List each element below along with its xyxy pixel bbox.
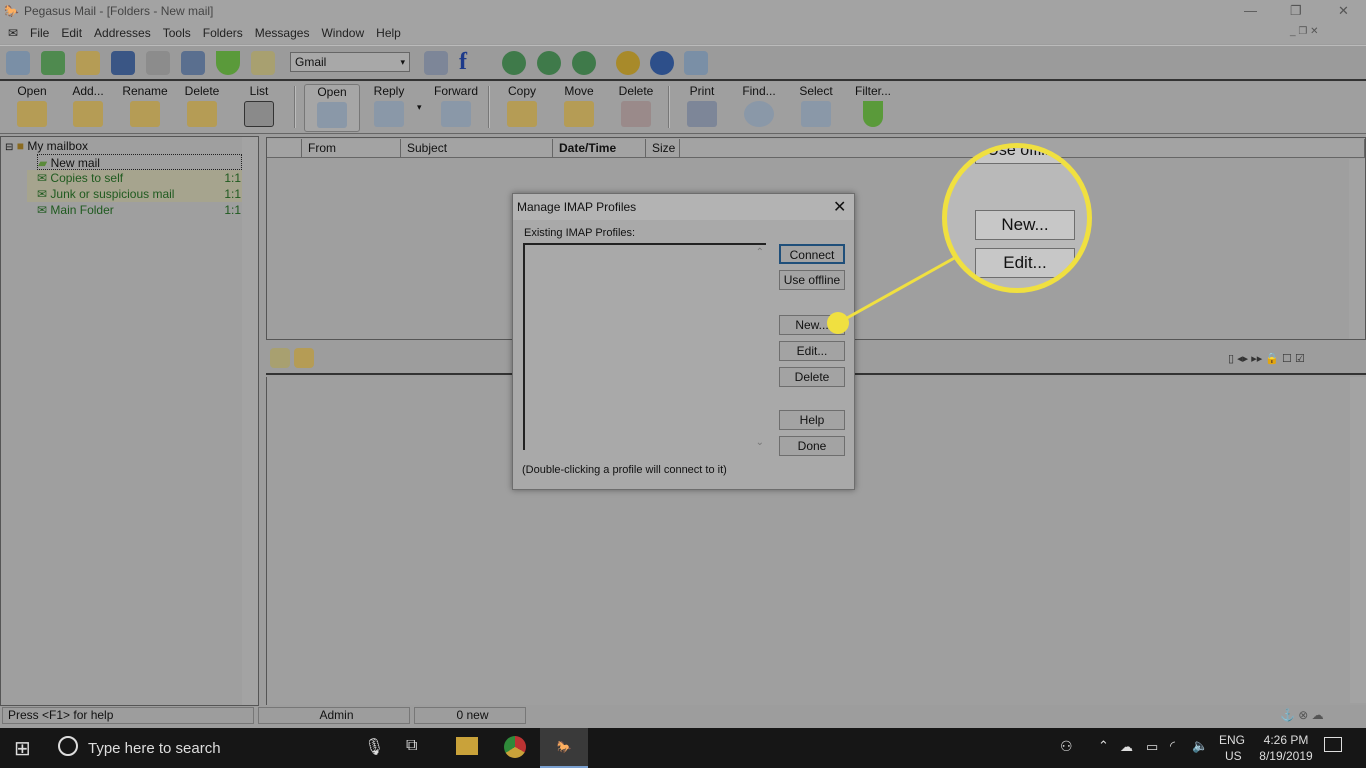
callout-line (827, 254, 959, 334)
callout-dot (827, 312, 849, 334)
callout-pointer (837, 254, 959, 325)
magnifier-callout: Use offline New... Edit... (942, 143, 1092, 293)
magnified-edit-button: Edit... (975, 248, 1075, 278)
magnified-new-button: New... (975, 210, 1075, 240)
